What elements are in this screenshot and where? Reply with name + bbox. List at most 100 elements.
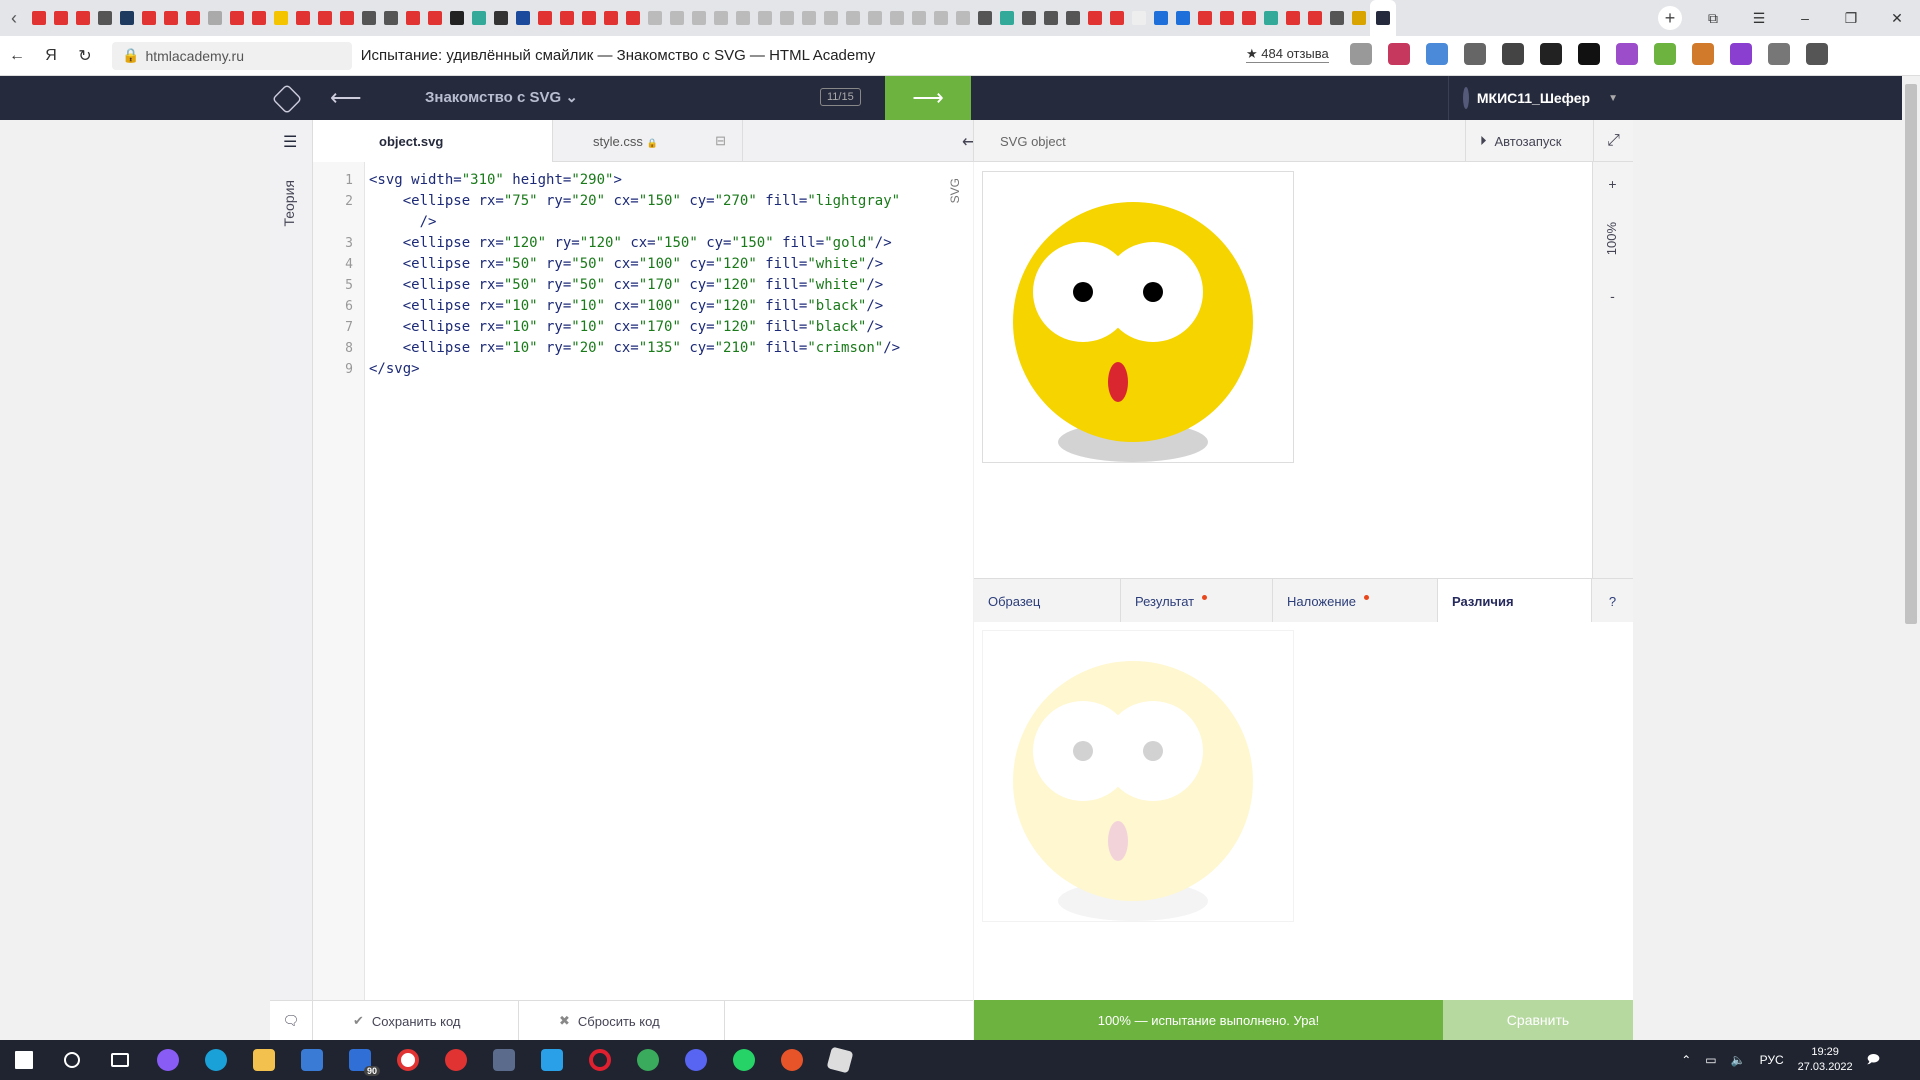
extension-icon[interactable]: [1502, 43, 1524, 65]
browser-tab[interactable]: [556, 0, 578, 36]
browser-tab[interactable]: [1018, 0, 1040, 36]
new-tab-button[interactable]: +: [1658, 6, 1682, 30]
browser-tab[interactable]: [1238, 0, 1260, 36]
save-code-button[interactable]: ✔ Сохранить код: [313, 1001, 519, 1041]
store-icon[interactable]: [288, 1040, 336, 1080]
discord-icon[interactable]: [672, 1040, 720, 1080]
reviews-link[interactable]: ★ 484 отзыва: [1246, 46, 1329, 63]
tray-expand-icon[interactable]: ⌃: [1681, 1053, 1691, 1067]
whatsapp-icon[interactable]: [720, 1040, 768, 1080]
opera-icon[interactable]: [576, 1040, 624, 1080]
alice-icon[interactable]: [144, 1040, 192, 1080]
extension-icon[interactable]: [1388, 43, 1410, 65]
code-line[interactable]: />: [369, 214, 437, 230]
tab-scroll-left-icon[interactable]: ‹: [0, 8, 28, 29]
task-view-icon[interactable]: [96, 1040, 144, 1080]
bookmark-icon[interactable]: [1350, 43, 1372, 65]
explorer-icon[interactable]: [240, 1040, 288, 1080]
network-icon[interactable]: ▭: [1705, 1053, 1716, 1067]
browser-tab[interactable]: [226, 0, 248, 36]
browser-tab[interactable]: [644, 0, 666, 36]
tab-differences[interactable]: Различия: [1438, 579, 1592, 623]
code-line[interactable]: <svg width="310" height="290">: [369, 172, 622, 188]
browser-tab[interactable]: [1106, 0, 1128, 36]
browser-tab[interactable]: [512, 0, 534, 36]
yandex-icon[interactable]: [432, 1040, 480, 1080]
user-menu[interactable]: МКИС11_Шефер ▼: [1448, 76, 1618, 120]
minimize-button[interactable]: –: [1782, 10, 1828, 27]
course-dropdown[interactable]: Знакомство с SVG ⌄: [425, 88, 578, 106]
next-step-button[interactable]: ⟶: [885, 76, 971, 120]
scrollbar-thumb[interactable]: [1905, 84, 1917, 624]
extension-icon[interactable]: [1426, 43, 1448, 65]
vk-icon[interactable]: [1578, 43, 1600, 65]
search-icon[interactable]: [48, 1040, 96, 1080]
code-line[interactable]: <ellipse rx="10" ry="20" cx="135" cy="21…: [369, 340, 900, 356]
browser-tab[interactable]: [270, 0, 292, 36]
mail-icon[interactable]: 90: [336, 1040, 384, 1080]
browser-tab[interactable]: [754, 0, 776, 36]
browser-tab[interactable]: [1326, 0, 1348, 36]
help-button[interactable]: ?: [1592, 579, 1633, 623]
fullscreen-icon[interactable]: ⤢: [1593, 120, 1633, 162]
browser-tab[interactable]: [930, 0, 952, 36]
browser-tab[interactable]: [952, 0, 974, 36]
browser-tab[interactable]: [1282, 0, 1304, 36]
browser-tab[interactable]: [776, 0, 798, 36]
extension-icon[interactable]: [1616, 43, 1638, 65]
browser-tab[interactable]: [1128, 0, 1150, 36]
previous-step-button[interactable]: ⟵: [330, 85, 362, 111]
browser-tab[interactable]: [314, 0, 336, 36]
downloads-icon[interactable]: [1806, 43, 1828, 65]
browser-tab[interactable]: [204, 0, 226, 36]
browser-tab[interactable]: [1216, 0, 1238, 36]
restore-tabs-icon[interactable]: ⧉: [1690, 10, 1736, 27]
browser-tab[interactable]: [248, 0, 270, 36]
code-line[interactable]: <ellipse rx="75" ry="20" cx="150" cy="27…: [369, 193, 900, 209]
browser-tab[interactable]: [908, 0, 930, 36]
collapse-icon[interactable]: ⊟: [715, 133, 726, 149]
browser-tab[interactable]: [182, 0, 204, 36]
start-button[interactable]: [0, 1040, 48, 1080]
browser-tab[interactable]: [358, 0, 380, 36]
comment-icon[interactable]: 🗨: [270, 1001, 313, 1041]
browser-tab[interactable]: [600, 0, 622, 36]
calculator-icon[interactable]: [480, 1040, 528, 1080]
volume-icon[interactable]: 🔈: [1731, 1053, 1746, 1067]
browser-tab[interactable]: [974, 0, 996, 36]
browser-tab[interactable]: [820, 0, 842, 36]
compare-button[interactable]: Сравнить: [1443, 1000, 1633, 1040]
reset-code-button[interactable]: ✖ Сбросить код: [519, 1001, 725, 1041]
browser-tab[interactable]: [1084, 0, 1106, 36]
browser-tab[interactable]: [1194, 0, 1216, 36]
code-line[interactable]: <ellipse rx="120" ry="120" cx="150" cy="…: [369, 235, 892, 251]
browser-tab[interactable]: [798, 0, 820, 36]
extension-icon[interactable]: [1540, 43, 1562, 65]
browser-tab[interactable]: [490, 0, 512, 36]
notepad-icon[interactable]: [528, 1040, 576, 1080]
telegram-icon[interactable]: [624, 1040, 672, 1080]
browser-tab[interactable]: [468, 0, 490, 36]
zoom-in-button[interactable]: +: [1592, 176, 1633, 192]
browser-tab[interactable]: [688, 0, 710, 36]
browser-tab[interactable]: [446, 0, 468, 36]
browser-tab[interactable]: [996, 0, 1018, 36]
browser-tab[interactable]: [1150, 0, 1172, 36]
autorun-button[interactable]: ⏵ Автозапуск: [1465, 120, 1593, 162]
keyboard-language[interactable]: РУС: [1760, 1053, 1784, 1067]
browser-tab[interactable]: [94, 0, 116, 36]
tab-object-svg[interactable]: object.svg: [313, 120, 553, 162]
zoom-out-button[interactable]: -: [1592, 288, 1633, 304]
browser-tab[interactable]: [578, 0, 600, 36]
twitch-icon[interactable]: [1730, 43, 1752, 65]
code-line[interactable]: </svg>: [369, 361, 420, 377]
browser-tab[interactable]: [622, 0, 644, 36]
theory-tab[interactable]: Теория: [281, 180, 297, 227]
browser-tab[interactable]: [292, 0, 314, 36]
media-player-icon[interactable]: [768, 1040, 816, 1080]
browser-tab[interactable]: [28, 0, 50, 36]
code-line[interactable]: <ellipse rx="50" ry="50" cx="100" cy="12…: [369, 256, 884, 272]
menu-icon[interactable]: ☰: [1736, 10, 1782, 27]
browser-tab[interactable]: [160, 0, 182, 36]
code-line[interactable]: <ellipse rx="10" ry="10" cx="170" cy="12…: [369, 319, 884, 335]
